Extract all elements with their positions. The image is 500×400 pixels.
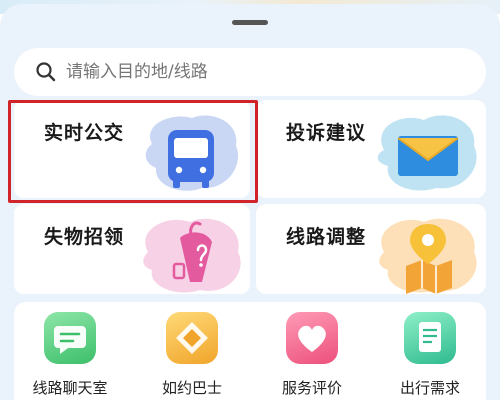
card-title: 投诉建议 xyxy=(286,122,367,144)
card-title: 线路调整 xyxy=(286,226,367,248)
drag-handle[interactable] xyxy=(232,20,268,25)
shortcut-travel-demand[interactable]: 出行需求 xyxy=(380,312,480,398)
card-title: 失物招领 xyxy=(44,226,125,248)
shortcut-panel: 线路聊天室 如约巴士 服务评价 出行需求 xyxy=(14,302,486,400)
card-title: 实时公交 xyxy=(44,122,125,144)
bus-icon xyxy=(145,115,239,191)
card-complaints[interactable]: 投诉建议 xyxy=(256,100,486,198)
search-input[interactable] xyxy=(66,62,446,82)
diamond-icon xyxy=(166,312,218,364)
card-lost-found[interactable]: 失物招领 xyxy=(14,204,250,294)
bottom-sheet: 实时公交 投诉建议 失物招领 xyxy=(0,4,500,400)
envelope-icon xyxy=(377,115,477,191)
shortcut-service-rating[interactable]: 服务评价 xyxy=(262,312,362,398)
search-icon xyxy=(36,62,56,82)
card-route-adjust[interactable]: 线路调整 xyxy=(256,204,486,294)
document-icon xyxy=(404,312,456,364)
search-bar[interactable] xyxy=(14,48,486,96)
heart-icon xyxy=(286,312,338,364)
shortcut-label: 线路聊天室 xyxy=(32,379,108,397)
shortcut-label: 如约巴士 xyxy=(161,379,222,397)
shortcut-booked-bus[interactable]: 如约巴士 xyxy=(142,312,242,398)
chat-icon xyxy=(44,312,96,364)
shortcut-route-chat[interactable]: 线路聊天室 xyxy=(20,312,120,398)
umbrella-icon xyxy=(143,218,241,293)
card-realtime-bus[interactable]: 实时公交 xyxy=(14,100,250,198)
map-pin-icon xyxy=(379,218,477,294)
shortcut-label: 服务评价 xyxy=(281,379,342,397)
shortcut-label: 出行需求 xyxy=(399,379,460,397)
